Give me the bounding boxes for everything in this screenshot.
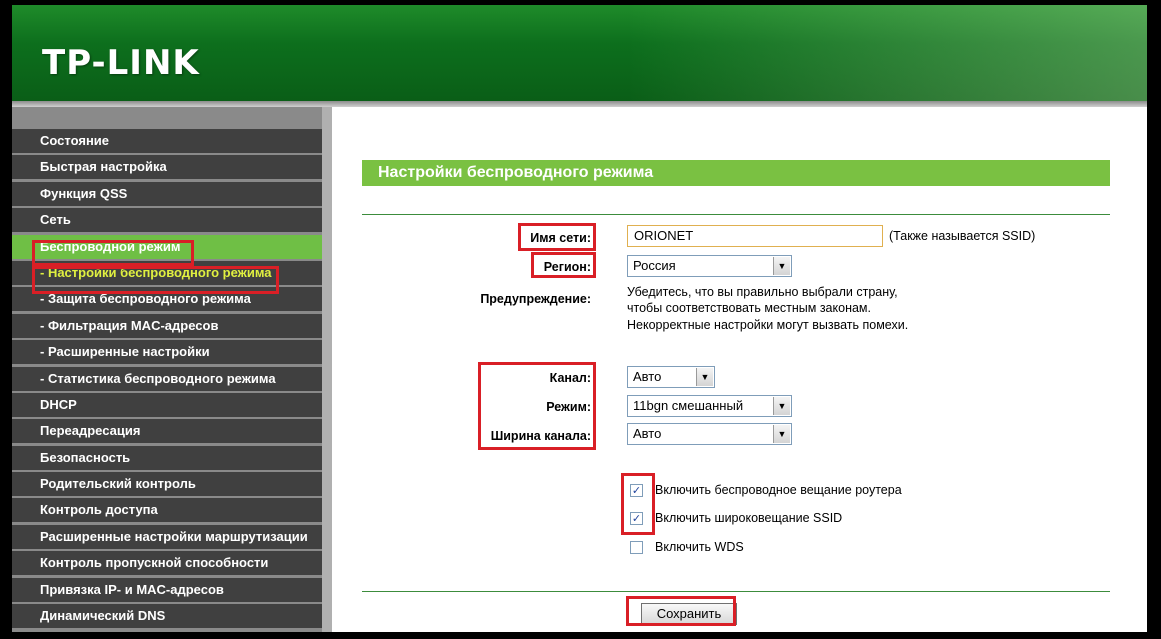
ssid-broadcast-checkbox[interactable]: ✓ (630, 512, 643, 525)
highlight-region-label (531, 252, 596, 278)
wds-checkbox[interactable] (630, 541, 643, 554)
highlight-save-button (626, 596, 736, 626)
highlight-wireless-menu (32, 240, 194, 266)
chevron-down-icon: ▼ (773, 425, 790, 443)
sidebar-item-dhcp[interactable]: DHCP (12, 392, 322, 417)
sidebar: Состояние Быстрая настройка Функция QSS … (12, 107, 332, 632)
sidebar-item-status[interactable]: Состояние (12, 129, 322, 153)
region-select-value: Россия (633, 258, 676, 273)
highlight-wireless-settings-menu (32, 266, 279, 294)
sidebar-item-wireless-advanced[interactable]: - Расширенные настройки (12, 340, 322, 365)
broadcast-label: Включить беспроводное вещание роутера (655, 483, 902, 497)
sidebar-scrollbar[interactable] (322, 107, 332, 632)
channel-select[interactable]: Авто ▼ (627, 366, 715, 388)
warning-line-1: Убедитесь, что вы правильно выбрали стра… (627, 285, 898, 299)
header-banner: TP-LINK (12, 5, 1147, 101)
main-content: Настройки беспроводного режима Имя сети:… (332, 107, 1147, 632)
ssid-hint: (Также называется SSID) (889, 229, 1036, 243)
ssid-input[interactable]: ORIONET (627, 225, 883, 247)
warning-line-3: Некорректные настройки могут вызвать пом… (627, 318, 909, 332)
sidebar-item-security[interactable]: Безопасность (12, 445, 322, 470)
warning-line-2: чтобы соответствовать местным законам. (627, 301, 871, 315)
region-select[interactable]: Россия ▼ (627, 255, 792, 277)
sidebar-item-bandwidth-control[interactable]: Контроль пропускной способности (12, 551, 322, 576)
page-title: Настройки беспроводного режима (362, 160, 1110, 186)
sidebar-item-wireless-statistics[interactable]: - Статистика беспроводного режима (12, 366, 322, 391)
ssid-broadcast-label: Включить широковещание SSID (655, 511, 843, 525)
sidebar-item-parental-control[interactable]: Родительский контроль (12, 472, 322, 497)
sidebar-item-quick-setup[interactable]: Быстрая настройка (12, 155, 322, 180)
broadcast-checkbox[interactable]: ✓ (630, 484, 643, 497)
highlight-ssid-label (518, 223, 596, 251)
sidebar-item-mac-filtering[interactable]: - Фильтрация MAC-адресов (12, 313, 322, 338)
sidebar-item-ip-mac-binding[interactable]: Привязка IP- и MAC-адресов (12, 577, 322, 602)
divider-bottom (362, 591, 1110, 592)
highlight-checkboxes (621, 473, 655, 535)
mode-select-value: 11bgn смешанный (633, 398, 744, 413)
divider-top (362, 214, 1110, 215)
channel-width-select-value: Авто (633, 426, 662, 441)
sidebar-menu: Состояние Быстрая настройка Функция QSS … (12, 129, 322, 630)
channel-label: Канал: (549, 371, 591, 385)
warning-label: Предупреждение: (480, 292, 591, 306)
sidebar-item-access-control[interactable]: Контроль доступа (12, 498, 322, 523)
channel-width-select[interactable]: Авто ▼ (627, 423, 792, 445)
channel-select-value: Авто (633, 369, 662, 384)
sidebar-item-qss[interactable]: Функция QSS (12, 181, 322, 206)
chevron-down-icon: ▼ (773, 257, 790, 275)
mode-label: Режим: (546, 400, 591, 414)
chevron-down-icon: ▼ (773, 397, 790, 415)
sidebar-item-forwarding[interactable]: Переадресация (12, 419, 322, 444)
sidebar-item-dynamic-dns[interactable]: Динамический DNS (12, 604, 322, 629)
mode-select[interactable]: 11bgn смешанный ▼ (627, 395, 792, 417)
sidebar-item-advanced-routing[interactable]: Расширенные настройки маршрутизации (12, 524, 322, 549)
wds-label: Включить WDS (655, 540, 744, 554)
router-admin-window: TP-LINK Состояние Быстрая настройка Функ… (12, 5, 1147, 632)
chevron-down-icon: ▼ (696, 368, 713, 386)
sidebar-item-network[interactable]: Сеть (12, 208, 322, 233)
channel-width-label: Ширина канала: (490, 429, 591, 443)
brand-logo: TP-LINK (42, 43, 200, 83)
